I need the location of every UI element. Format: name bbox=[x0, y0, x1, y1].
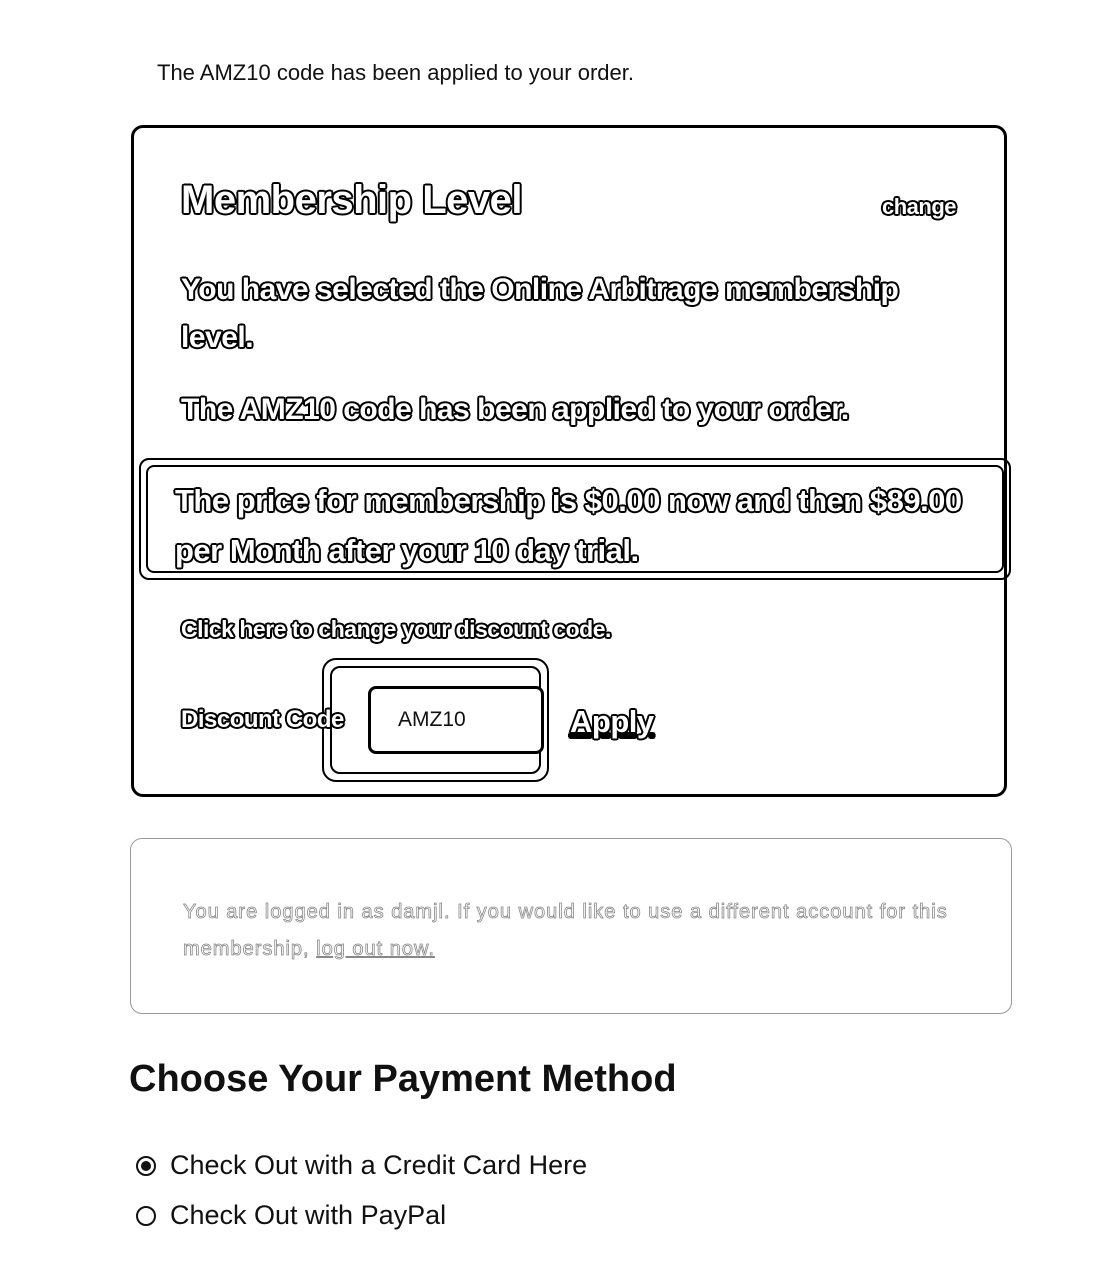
radio-checked-icon[interactable] bbox=[136, 1155, 156, 1176]
radio-unchecked-icon[interactable] bbox=[136, 1205, 156, 1226]
selected-prefix: You have selected the bbox=[180, 272, 492, 307]
discount-applied-notice: The AMZ10 code has been applied to your … bbox=[157, 60, 634, 85]
apply-button[interactable]: Apply bbox=[569, 703, 655, 740]
level-name: Online Arbitrage bbox=[490, 272, 718, 307]
membership-level-panel: Membership Level change You have selecte… bbox=[131, 125, 1011, 797]
payment-method-heading: Choose Your Payment Method bbox=[129, 1058, 677, 1100]
payment-option-credit-card[interactable]: Check Out with a Credit Card Here bbox=[136, 1150, 587, 1181]
payment-option-label: Check Out with PayPal bbox=[170, 1200, 447, 1230]
discount-code-label: Discount Code bbox=[180, 705, 345, 734]
logged-in-message: You are logged in as damjl. If you would… bbox=[183, 901, 948, 961]
logged-in-notice-box: You are logged in as damjl. If you would… bbox=[130, 838, 1012, 1014]
change-level-link[interactable]: change bbox=[881, 193, 957, 220]
selected-level-text: You have selected the Online Arbitrage m… bbox=[180, 266, 931, 362]
change-discount-link[interactable]: Click here to change your discount code. bbox=[180, 615, 612, 643]
payment-option-paypal[interactable]: Check Out with PayPal bbox=[136, 1200, 446, 1231]
membership-level-title: Membership Level bbox=[180, 177, 523, 223]
logged-in-text: You are logged in as damjl. If you would… bbox=[183, 894, 973, 968]
payment-option-label: Check Out with a Credit Card Here bbox=[170, 1150, 588, 1180]
price-text: The price for membership is $0.00 now an… bbox=[174, 482, 963, 569]
code-applied-text: The AMZ10 code has been applied to your … bbox=[180, 392, 850, 427]
discount-code-input[interactable] bbox=[368, 686, 544, 754]
logout-link[interactable]: log out now. bbox=[316, 938, 435, 961]
